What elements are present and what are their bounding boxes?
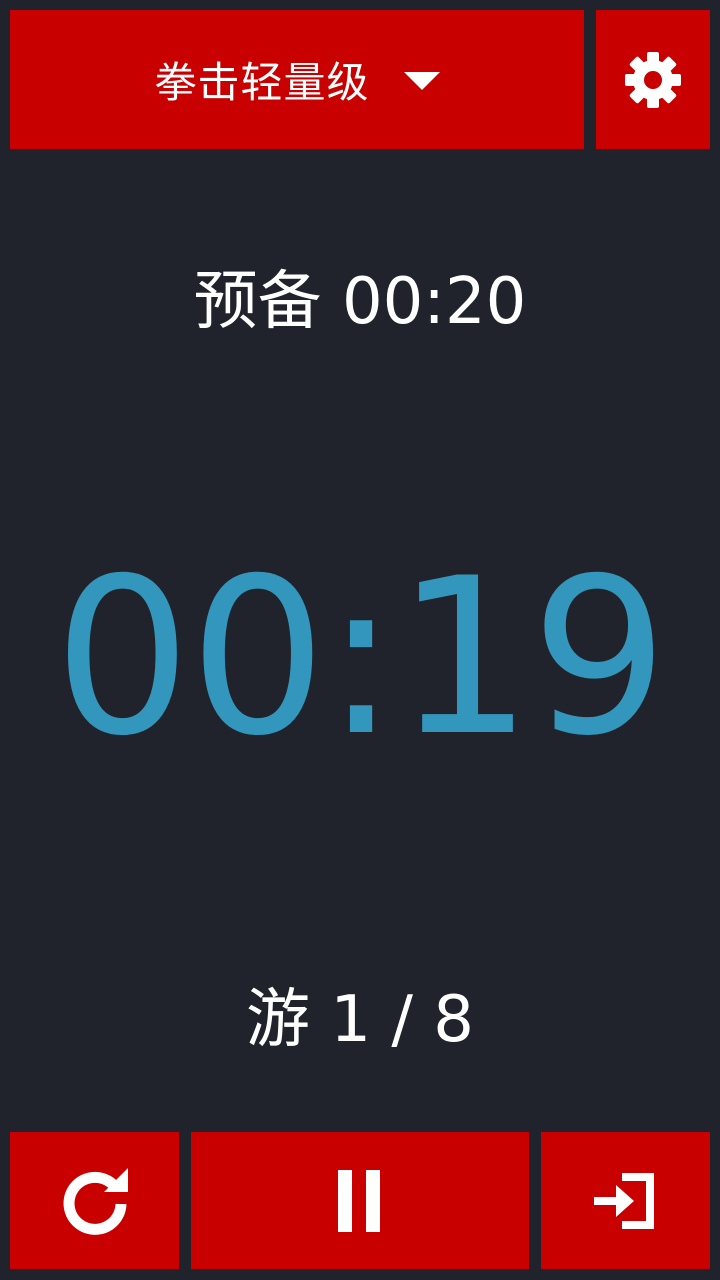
exit-button[interactable] — [541, 1132, 710, 1269]
settings-button[interactable] — [596, 10, 710, 149]
mode-selector-button[interactable]: 拳击轻量级 — [10, 10, 584, 149]
prep-time-label: 预备 00:20 — [193, 265, 527, 339]
sign-in-icon — [593, 1169, 658, 1233]
round-counter: 游 1 / 8 — [245, 983, 475, 1057]
gear-icon — [621, 48, 685, 112]
caret-down-icon — [403, 71, 440, 90]
pause-icon — [338, 1169, 382, 1232]
reset-button[interactable] — [10, 1132, 179, 1269]
mode-label: 拳击轻量级 — [154, 58, 370, 107]
countdown-timer: 00:19 — [53, 532, 668, 783]
pause-button[interactable] — [191, 1132, 529, 1269]
refresh-icon — [58, 1164, 132, 1238]
